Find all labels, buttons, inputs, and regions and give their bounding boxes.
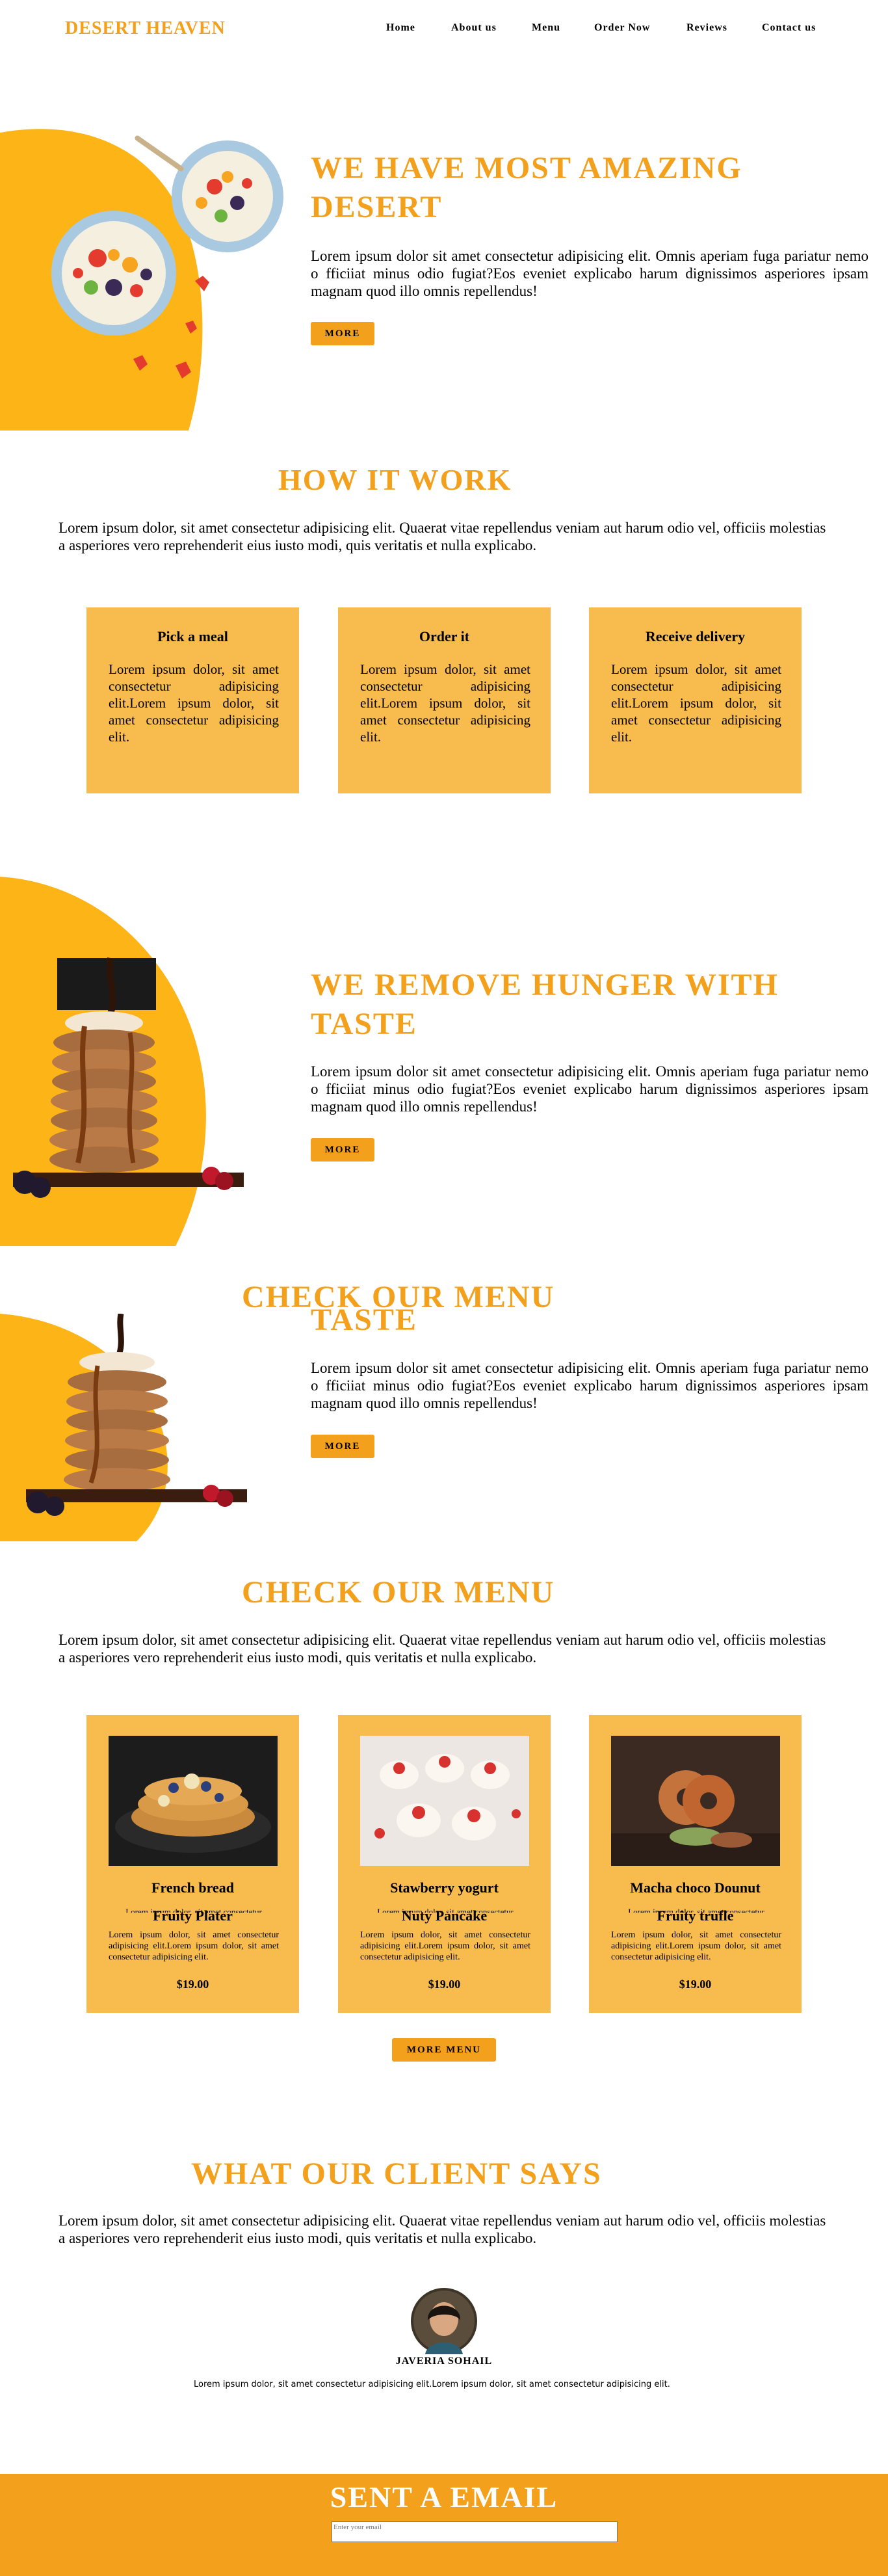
hero-text: Lorem ipsum dolor sit amet consectetur a…: [311, 248, 868, 299]
email-input[interactable]: [332, 2521, 618, 2542]
menu-card[interactable]: Stawberry yogurt Lorem ipsum dolor, sit …: [338, 1715, 551, 2013]
nav-link-reviews[interactable]: Reviews: [686, 22, 727, 34]
menu-item-name: French bread: [151, 1879, 234, 1896]
step-text: Lorem ipsum dolor, sit amet consectetur …: [611, 661, 781, 745]
client-review: Lorem ipsum dolor, sit amet consectetur …: [194, 2380, 670, 2389]
nav-link-home[interactable]: Home: [386, 22, 415, 34]
clients-title: WHAT OUR CLIENT SAYS: [191, 2157, 602, 2191]
menu-item-price: $19.00: [176, 1978, 209, 1991]
client-avatar: [411, 2288, 477, 2354]
step-title: Receive delivery: [645, 628, 746, 644]
hero-title-line1: WE HAVE MOST AMAZING: [311, 151, 742, 185]
hero-more-button[interactable]: MORE: [311, 322, 374, 345]
step-card-delivery: Receive delivery Lorem ipsum dolor, sit …: [589, 607, 802, 793]
pancake-stack-image-duplicate: [0, 1314, 247, 1541]
menu-item-desc: Lorem ipsum dolor, sit amet consectetur …: [109, 1930, 279, 1962]
pancake-stack-image: [0, 877, 244, 1246]
menu-item-name-overlap: Fruity Plater: [153, 1907, 233, 1924]
clients-text: Lorem ipsum dolor, sit amet consectetur …: [59, 2212, 826, 2246]
overlap-text: Lorem ipsum dolor sit amet consectetur a…: [311, 1360, 868, 1411]
nav-link-order[interactable]: Order Now: [594, 22, 650, 34]
step-text: Lorem ipsum dolor, sit amet consectetur …: [360, 661, 530, 745]
nav-link-contact[interactable]: Contact us: [762, 22, 816, 34]
menu-item-desc: Lorem ipsum dolor, sit amet consectetur …: [360, 1930, 530, 1962]
menu-item-name: Stawberry yogurt: [390, 1879, 499, 1896]
step-text: Lorem ipsum dolor, sit amet consectetur …: [109, 661, 279, 745]
overlap-menu-title: CHECK OUR MENU: [242, 1280, 555, 1314]
hunger-title-line1: WE REMOVE HUNGER WITH: [311, 968, 779, 1002]
menu-title: CHECK OUR MENU: [242, 1575, 555, 1610]
brand-logo[interactable]: DESERT HEAVEN: [65, 18, 226, 39]
menu-item-price: $19.00: [679, 1978, 712, 1991]
how-text: Lorem ipsum dolor, sit amet consectetur …: [59, 520, 826, 553]
menu-text: Lorem ipsum dolor, sit amet consectetur …: [59, 1632, 826, 1666]
nav-link-menu[interactable]: Menu: [532, 22, 560, 34]
email-section: SENT A EMAIL: [0, 2474, 888, 2576]
choco-donut-image: [611, 1736, 780, 1866]
hero-fruit-bowl-image: [0, 129, 283, 431]
menu-card[interactable]: Macha choco Dounut Lorem ipsum dolor, si…: [589, 1715, 802, 2013]
french-bread-image: [109, 1736, 278, 1866]
menu-item-desc: Lorem ipsum dolor, sit amet consectetur …: [611, 1930, 781, 1962]
hero-title-line2: DESERT: [311, 190, 443, 224]
menu-item-name-overlap: Fruity trufle: [657, 1907, 734, 1924]
client-name: JAVERIA SOHAIL: [395, 2356, 493, 2367]
hunger-title-line2: TASTE: [311, 1007, 417, 1041]
nav-link-about[interactable]: About us: [451, 22, 497, 34]
email-title: SENT A EMAIL: [330, 2480, 558, 2514]
overlap-more-button[interactable]: MORE: [311, 1435, 374, 1458]
how-title: HOW IT WORK: [278, 463, 512, 496]
menu-card[interactable]: French bread Lorem ipsum dolor, sit amet…: [86, 1715, 299, 2013]
hunger-text: Lorem ipsum dolor sit amet consectetur a…: [311, 1063, 868, 1115]
step-title: Pick a meal: [157, 628, 228, 644]
step-title: Order it: [419, 628, 470, 644]
menu-item-name: Macha choco Dounut: [630, 1879, 761, 1896]
step-card-order: Order it Lorem ipsum dolor, sit amet con…: [338, 607, 551, 793]
menu-item-name-overlap: Nuty Pancake: [401, 1907, 488, 1924]
menu-item-price: $19.00: [428, 1978, 461, 1991]
more-menu-button[interactable]: MORE MENU: [392, 2038, 496, 2062]
hunger-more-button[interactable]: MORE: [311, 1138, 374, 1162]
step-card-pick: Pick a meal Lorem ipsum dolor, sit amet …: [86, 607, 299, 793]
strawberry-yogurt-image: [360, 1736, 529, 1866]
